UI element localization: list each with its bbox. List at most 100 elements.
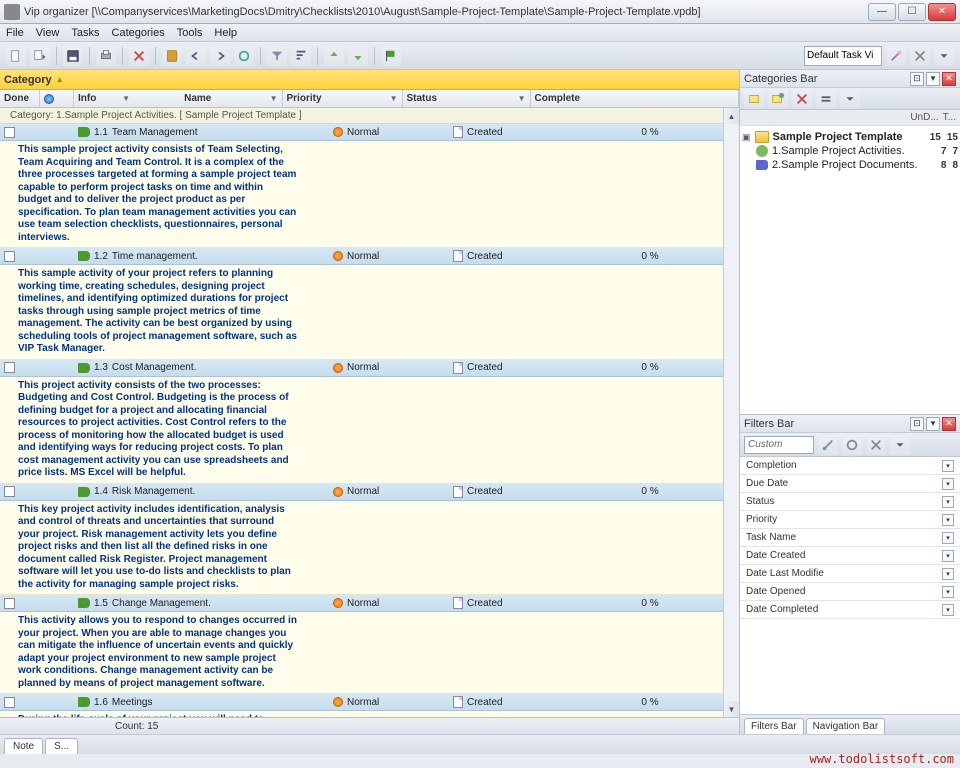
task-name: Risk Management. [112,486,195,497]
filters-toolbar: Custom [740,433,960,457]
column-complete[interactable]: Complete [531,90,740,107]
filter-more-icon[interactable] [890,435,910,455]
task-row[interactable]: 1.1 Team ManagementNormalCreated0 % [0,124,723,141]
cat-more-icon[interactable] [840,89,860,109]
filter-row[interactable]: Due Date▾ [740,475,960,493]
priority-icon [333,697,343,707]
panel-dropdown-button[interactable]: ▾ [926,72,940,86]
window-controls: — ☐ ✕ [868,3,956,21]
redo-button[interactable] [210,46,230,66]
checkbox-icon[interactable] [4,598,15,609]
clipboard-button[interactable] [162,46,182,66]
scroll-up-arrow[interactable]: ▲ [724,108,739,124]
flag-button[interactable] [381,46,401,66]
cat-expand-icon[interactable] [816,89,836,109]
column-done[interactable]: Done [0,90,40,107]
sort-button[interactable] [291,46,311,66]
task-row[interactable]: 1.6 MeetingsNormalCreated0 % [0,694,723,711]
tab-filters-bar[interactable]: Filters Bar [744,718,804,734]
menu-view[interactable]: View [36,27,60,39]
flag-icon [78,127,90,137]
menu-categories[interactable]: Categories [112,27,165,39]
task-row[interactable]: 1.3 Cost Management.NormalCreated0 % [0,360,723,377]
delete-button[interactable] [129,46,149,66]
filter-row[interactable]: Priority▾ [740,511,960,529]
menu-tasks[interactable]: Tasks [71,27,99,39]
checkbox-icon[interactable] [4,362,15,373]
view-combo[interactable]: Default Task Vi [804,46,882,66]
cat-new-icon[interactable] [744,89,764,109]
filter-row[interactable]: Completion▾ [740,457,960,475]
scroll-down-arrow[interactable]: ▼ [724,701,739,717]
tree-node[interactable]: 2.Sample Project Documents.88 [742,158,958,172]
filters-pin-button[interactable]: ⊡ [910,417,924,431]
flag-icon [756,160,768,170]
tab-note[interactable]: Note [4,738,43,754]
task-num: 1.3 [94,362,108,373]
subcategory-row[interactable]: Category: 1.Sample Project Activities. [… [0,108,723,124]
filter-save-icon[interactable] [842,435,862,455]
move-up-button[interactable] [324,46,344,66]
new-dropdown-button[interactable] [30,46,50,66]
new-button[interactable] [6,46,26,66]
menubar: File View Tasks Categories Tools Help [0,24,960,42]
filter-preset-combo[interactable]: Custom [744,436,814,454]
filter-row[interactable]: Date Last Modifie▾ [740,565,960,583]
task-row[interactable]: 1.2 Time management.NormalCreated0 % [0,248,723,265]
print-button[interactable] [96,46,116,66]
filters-dropdown-button[interactable]: ▾ [926,417,940,431]
checkbox-icon[interactable] [4,486,15,497]
filter-button[interactable] [267,46,287,66]
task-row[interactable]: 1.5 Change Management.NormalCreated0 % [0,595,723,612]
chevron-down-icon[interactable]: ▾ [942,550,954,562]
checkbox-icon[interactable] [4,127,15,138]
save-button[interactable] [63,46,83,66]
column-priority[interactable]: Priority▼ [283,90,403,107]
filter-row[interactable]: Date Created▾ [740,547,960,565]
priority-label: Normal [347,598,379,609]
task-row[interactable]: 1.4 Risk Management.NormalCreated0 % [0,484,723,501]
chevron-down-icon[interactable]: ▾ [942,478,954,490]
maximize-button[interactable]: ☐ [898,3,926,21]
menu-help[interactable]: Help [214,27,237,39]
chevron-down-icon[interactable]: ▾ [942,568,954,580]
tree-node[interactable]: ▣Sample Project Template1515 [742,130,958,144]
move-down-button[interactable] [348,46,368,66]
filter-row[interactable]: Task Name▾ [740,529,960,547]
clear-button[interactable] [910,46,930,66]
panel-close-button[interactable]: ✕ [942,72,956,86]
chevron-down-icon[interactable]: ▾ [942,460,954,472]
checkbox-icon[interactable] [4,251,15,262]
filters-close-button[interactable]: ✕ [942,417,956,431]
tree-node[interactable]: 1.Sample Project Activities.77 [742,144,958,158]
tab-s[interactable]: S... [45,738,78,754]
cat-edit-icon[interactable] [768,89,788,109]
wand-button[interactable] [886,46,906,66]
menu-tools[interactable]: Tools [177,27,203,39]
category-bar[interactable]: Category▲ [0,70,739,90]
menu-file[interactable]: File [6,27,24,39]
dropdown-button[interactable] [934,46,954,66]
chevron-down-icon[interactable]: ▾ [942,514,954,526]
filter-row[interactable]: Date Completed▾ [740,601,960,619]
checkbox-icon[interactable] [4,697,15,708]
tab-navigation-bar[interactable]: Navigation Bar [806,718,886,734]
chevron-down-icon[interactable]: ▾ [942,586,954,598]
column-info[interactable] [40,90,74,107]
undo-button[interactable] [186,46,206,66]
chevron-down-icon[interactable]: ▾ [942,604,954,616]
filter-row[interactable]: Date Opened▾ [740,583,960,601]
filter-clear-icon[interactable] [866,435,886,455]
filter-apply-icon[interactable] [818,435,838,455]
minimize-button[interactable]: — [868,3,896,21]
close-button[interactable]: ✕ [928,3,956,21]
flag-icon [78,251,90,261]
column-status[interactable]: Status▼ [403,90,531,107]
refresh-button[interactable] [234,46,254,66]
cat-delete-icon[interactable] [792,89,812,109]
filter-row[interactable]: Status▾ [740,493,960,511]
chevron-down-icon[interactable]: ▾ [942,496,954,508]
panel-pin-button[interactable]: ⊡ [910,72,924,86]
chevron-down-icon[interactable]: ▾ [942,532,954,544]
grid-scrollbar[interactable]: ▲ ▼ [723,108,739,717]
